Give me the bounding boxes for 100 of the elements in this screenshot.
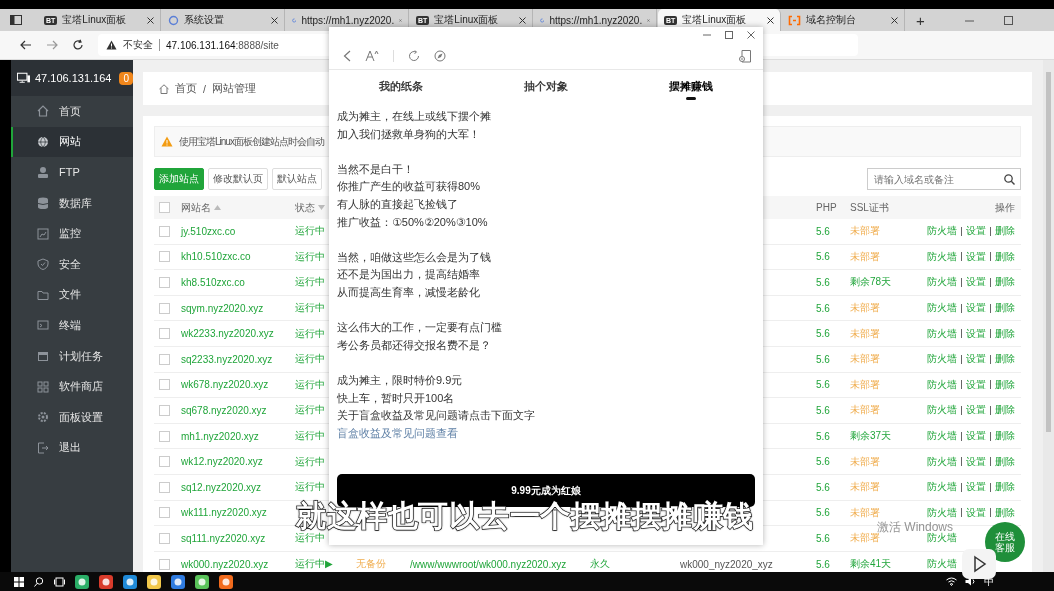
checkbox[interactable] [159, 328, 170, 340]
checkbox[interactable] [159, 430, 170, 442]
sidebar-item[interactable]: 网站 [11, 126, 133, 158]
php-version[interactable]: 5.6 [816, 251, 830, 263]
action-link[interactable]: 防火墙 [927, 275, 957, 290]
ssl-status[interactable]: 未部署 [850, 224, 880, 239]
sidebar-item[interactable]: 安全 [11, 248, 133, 280]
ssl-status[interactable]: 未部署 [850, 377, 880, 392]
sidebar-item[interactable]: 面板设置 [11, 401, 133, 433]
php-version[interactable]: 5.6 [816, 277, 830, 288]
sidebar-item[interactable]: 数据库 [11, 187, 133, 219]
ssl-status[interactable]: 未部署 [850, 326, 880, 341]
php-version[interactable]: 5.6 [816, 558, 830, 570]
checkbox[interactable] [159, 225, 170, 237]
status-label[interactable]: 运行中 [295, 454, 325, 469]
php-version[interactable]: 5.6 [816, 379, 830, 391]
site-link[interactable]: kh10.510zxc.co [181, 251, 251, 263]
ssl-status[interactable]: 未部署 [850, 249, 880, 264]
toolbar-button[interactable]: 添加站点 [154, 168, 204, 190]
php-version[interactable]: 5.6 [816, 481, 830, 493]
sidebar-item[interactable]: 首页 [11, 96, 133, 127]
faq-link[interactable]: 盲盒收益及常见问题查看 [337, 424, 458, 443]
site-link[interactable]: wk12.nyz2020.xyz [181, 456, 263, 468]
action-link[interactable]: 设置 [966, 454, 986, 469]
checkbox[interactable] [159, 481, 170, 493]
action-link[interactable]: 删除 [995, 505, 1015, 520]
checkbox[interactable] [159, 558, 170, 570]
ssl-status[interactable]: 未部署 [850, 352, 880, 367]
status-label[interactable]: 运行中 [295, 429, 325, 444]
ssl-status[interactable]: 未部署 [850, 505, 880, 520]
action-link[interactable]: 防火墙 [927, 301, 957, 316]
status-label[interactable]: 运行中 [295, 301, 325, 316]
action-link[interactable]: 删除 [995, 429, 1015, 444]
action-link[interactable]: 设置 [966, 480, 986, 495]
action-link[interactable]: 设置 [966, 224, 986, 239]
action-link[interactable]: 删除 [995, 301, 1015, 316]
checkbox[interactable] [159, 353, 170, 365]
action-link[interactable]: 防火墙 [927, 326, 957, 341]
ssl-status[interactable]: 未部署 [850, 301, 880, 316]
action-link[interactable]: 删除 [995, 275, 1015, 290]
path-link[interactable]: /www/wwwroot/wk000.nyz2020.xyz [410, 558, 567, 570]
site-link[interactable]: wk2233.nyz2020.xyz [181, 328, 274, 340]
status-label[interactable]: 运行中 [295, 249, 325, 264]
site-link[interactable]: mh1.nyz2020.xyz [181, 430, 259, 442]
site-link[interactable]: sq12.nyz2020.xyz [181, 481, 262, 493]
action-link[interactable]: 防火墙 [927, 403, 957, 418]
action-link[interactable]: 设置 [966, 301, 986, 316]
action-link[interactable]: 防火墙 [927, 377, 957, 392]
php-version[interactable]: 5.6 [816, 353, 830, 365]
popup-tab[interactable]: 抽个对象 [473, 80, 619, 102]
site-link[interactable]: wk000.nyz2020.xyz [181, 558, 269, 570]
php-version[interactable]: 5.6 [816, 507, 830, 519]
column-header[interactable]: SSL证书 [850, 200, 889, 215]
checkbox[interactable] [159, 302, 170, 314]
status-label[interactable]: 运行中 [295, 403, 325, 418]
php-version[interactable]: 5.6 [816, 328, 830, 340]
action-link[interactable]: 防火墙 [927, 429, 957, 444]
ssl-status[interactable]: 剩余37天 [850, 429, 892, 444]
action-link[interactable]: 设置 [966, 377, 986, 392]
status-label[interactable]: 运行中 [295, 224, 325, 239]
site-link[interactable]: sq678.nyz2020.xyz [181, 404, 267, 416]
column-header[interactable]: 网站名 [181, 200, 211, 215]
php-version[interactable]: 5.6 [816, 532, 830, 544]
site-link[interactable]: kh8.510zxc.co [181, 277, 245, 288]
action-link[interactable]: 删除 [995, 480, 1015, 495]
php-version[interactable]: 5.6 [816, 225, 830, 237]
toolbar-button[interactable]: 默认站点 [272, 168, 322, 190]
action-link[interactable]: 防火墙 [927, 249, 957, 264]
breadcrumb-link[interactable]: 网站管理 [211, 81, 256, 96]
ssl-status[interactable]: 未部署 [850, 531, 880, 546]
ssl-status[interactable]: 未部署 [850, 454, 880, 469]
ssl-status[interactable]: 剩余78天 [850, 275, 892, 290]
action-link[interactable]: 删除 [995, 403, 1015, 418]
sidebar-item[interactable]: FTP [11, 157, 133, 188]
ssl-status[interactable]: 未部署 [850, 480, 880, 495]
action-link[interactable]: 删除 [995, 326, 1015, 341]
action-link[interactable]: 设置 [966, 326, 986, 341]
checkbox[interactable] [159, 507, 170, 519]
action-link[interactable]: 设置 [966, 403, 986, 418]
action-link[interactable]: 删除 [995, 377, 1015, 392]
checkbox[interactable] [159, 277, 170, 288]
action-link[interactable]: 防火墙 [927, 480, 957, 495]
column-header[interactable]: 状态 [295, 200, 315, 215]
checkbox[interactable] [159, 404, 170, 416]
new-tab-button[interactable]: + [906, 9, 935, 31]
action-link[interactable]: 设置 [966, 249, 986, 264]
sidebar-item[interactable]: 文件 [11, 279, 133, 311]
ssl-status[interactable]: 未部署 [850, 403, 880, 418]
action-link[interactable]: 设置 [966, 275, 986, 290]
php-version[interactable]: 5.6 [816, 456, 830, 468]
checkbox[interactable] [159, 202, 170, 213]
backup-label[interactable]: 无备份 [356, 557, 386, 571]
action-link[interactable]: 防火墙 [927, 557, 957, 571]
site-link[interactable]: wk111.nyz2020.xyz [181, 507, 267, 519]
action-link[interactable]: 防火墙 [927, 531, 957, 546]
action-link[interactable]: 防火墙 [927, 224, 957, 239]
status-label[interactable]: 运行中 [295, 531, 325, 546]
site-link[interactable]: jy.510zxc.co [181, 225, 236, 237]
ssl-status[interactable]: 剩余41天 [850, 557, 892, 571]
checkbox[interactable] [159, 379, 170, 391]
